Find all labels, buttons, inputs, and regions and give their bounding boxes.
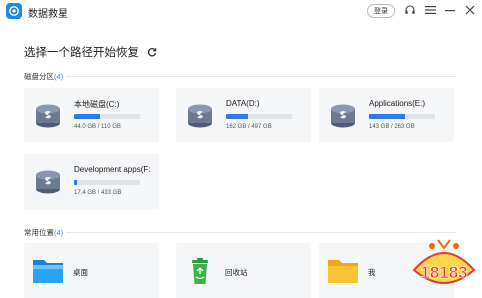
location-card-recycle-bin[interactable]: 回收站 [176,243,311,298]
watermark-logo: 18183 [412,239,476,284]
drive-card-c[interactable]: 本地磁盘(C:) 44.0 GB / 110 GB [24,88,159,142]
title-bar: 数据救星 登录 [0,0,482,22]
refresh-icon[interactable] [147,47,157,57]
drive-card-f[interactable]: Development apps(F: 17.4 GB / 433 GB [24,154,159,210]
location-card-desktop[interactable]: 桌面 [24,243,159,298]
disk-section-count: (4) [54,72,64,81]
location-label: 回收站 [225,268,248,277]
disk-section-title: 磁盘分区 [24,72,54,81]
drive-name: DATA(D:) [226,99,260,108]
headset-icon[interactable] [403,3,417,17]
drive-usage-bar [74,180,140,185]
drive-size: 44.0 GB / 110 GB [74,124,121,130]
login-button[interactable]: 登录 [367,4,395,18]
app-title: 数据救星 [28,9,68,20]
common-section-divider [66,232,456,233]
recycle-bin-icon [192,258,208,284]
app-logo-icon [6,3,22,19]
drive-usage-bar [369,114,435,119]
common-section-count: (4) [54,228,64,237]
minimize-icon[interactable] [443,3,457,17]
hard-drive-icon [36,104,60,128]
close-icon[interactable] [463,3,477,17]
disk-section-divider [66,76,456,77]
drive-size: 162 GB / 497 GB [226,124,272,130]
drive-usage-fill [369,114,405,119]
drive-usage-fill [74,114,101,119]
drive-usage-fill [226,114,248,119]
drive-name: Applications(E:) [369,99,426,108]
hard-drive-icon [331,104,355,128]
drive-name: Development apps(F: [74,165,151,174]
drive-card-d[interactable]: DATA(D:) 162 GB / 497 GB [176,88,311,142]
menu-icon[interactable] [423,3,437,17]
drive-usage-bar [74,114,140,119]
drive-size: 17.4 GB / 433 GB [74,190,122,196]
folder-icon [328,260,358,283]
svg-text:18183: 18183 [420,263,467,282]
location-label: 桌面 [73,268,88,277]
drive-card-e[interactable]: Applications(E:) 143 GB / 263 GB [319,88,454,142]
hard-drive-icon [36,170,60,194]
page-title: 选择一个路径开始恢复 [24,47,139,59]
common-section-title: 常用位置 [24,228,54,237]
drive-name: 本地磁盘(C:) [74,100,120,109]
desktop-folder-icon [33,260,63,283]
drive-usage-fill [74,180,78,185]
drive-usage-bar [226,114,292,119]
hard-drive-icon [188,104,212,128]
common-section-label: 常用位置 (4) [24,227,63,238]
drive-size: 143 GB / 263 GB [369,124,415,130]
disk-section-label: 磁盘分区 (4) [24,71,63,82]
page-heading: 选择一个路径开始恢复 [24,44,157,60]
location-label: 我 [368,268,376,277]
